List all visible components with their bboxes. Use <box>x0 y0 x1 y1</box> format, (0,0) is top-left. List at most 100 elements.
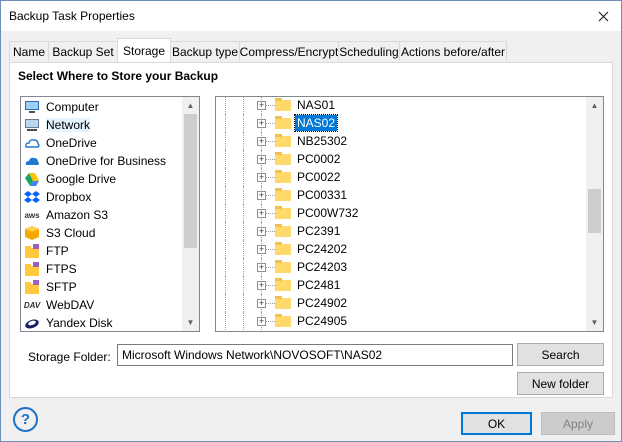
location-ftp[interactable]: FTP <box>24 242 176 260</box>
expand-plus-icon[interactable]: + <box>257 119 266 128</box>
expand-plus-icon[interactable]: + <box>257 317 266 326</box>
tab-name[interactable]: Name <box>9 41 49 61</box>
tree-item-label: NAS01 <box>297 98 336 112</box>
folder-icon <box>275 206 291 219</box>
location-webdav[interactable]: DAV WebDAV <box>24 296 176 314</box>
location-label: Google Drive <box>46 172 117 186</box>
close-icon <box>598 11 608 21</box>
tree-scrollbar[interactable]: ▲ ▼ <box>586 97 603 331</box>
scroll-thumb[interactable] <box>184 114 197 248</box>
tree-row[interactable]: + PC24905 <box>216 312 586 330</box>
location-label: OneDrive for Business <box>46 154 167 168</box>
tree-row[interactable]: + PC2391 <box>216 222 586 240</box>
computer-icon <box>24 99 40 115</box>
expand-plus-icon[interactable]: + <box>257 245 266 254</box>
tree-row[interactable]: + PC2481 <box>216 276 586 294</box>
tree-row[interactable]: + PC24203 <box>216 258 586 276</box>
tab-storage[interactable]: Storage <box>117 38 171 62</box>
scroll-up-arrow-icon[interactable]: ▲ <box>182 97 199 114</box>
search-button[interactable]: Search <box>517 343 604 366</box>
help-icon[interactable]: ? <box>13 407 38 432</box>
scroll-up-arrow-icon[interactable]: ▲ <box>586 97 603 114</box>
network-icon <box>24 117 40 133</box>
storage-location-list[interactable]: Computer Network OneDrive OneDrive for B… <box>20 96 200 332</box>
location-label: Yandex Disk <box>46 316 113 330</box>
tree-row[interactable]: + PC0002 <box>216 150 586 168</box>
location-computer[interactable]: Computer <box>24 98 176 116</box>
tree-row[interactable]: + NB25302 <box>216 132 586 150</box>
scroll-down-arrow-icon[interactable]: ▼ <box>182 314 199 331</box>
tree-item-label: PC24905 <box>297 314 348 328</box>
expand-plus-icon[interactable]: + <box>257 155 266 164</box>
new-folder-button[interactable]: New folder <box>517 372 604 395</box>
location-label: FTPS <box>46 262 77 276</box>
tree-item-label: PC0022 <box>297 170 341 184</box>
location-dropbox[interactable]: Dropbox <box>24 188 176 206</box>
s3-cloud-icon <box>24 225 40 241</box>
tree-row[interactable]: + PC24902 <box>216 294 586 312</box>
location-ftps[interactable]: FTPS <box>24 260 176 278</box>
tree-row[interactable]: + NAS02 <box>216 114 586 132</box>
close-button[interactable] <box>591 4 615 28</box>
location-label: OneDrive <box>46 136 97 150</box>
expand-plus-icon[interactable]: + <box>257 227 266 236</box>
tree-item-label: PC0002 <box>297 152 341 166</box>
expand-plus-icon[interactable]: + <box>257 137 266 146</box>
location-label: Network <box>46 118 91 132</box>
tab-compress-encrypt[interactable]: Compress/Encrypt <box>239 41 339 61</box>
tree-row[interactable]: + PC00331 <box>216 186 586 204</box>
folder-icon <box>275 188 291 201</box>
location-network[interactable]: Network <box>24 116 176 134</box>
tab-scheduling[interactable]: Scheduling <box>338 41 400 61</box>
window-title: Backup Task Properties <box>9 9 135 23</box>
tree-row[interactable]: + PC24202 <box>216 240 586 258</box>
tree-item-label: PC2391 <box>297 224 341 238</box>
location-label: SFTP <box>46 280 77 294</box>
tab-backup-set[interactable]: Backup Set <box>48 41 118 61</box>
storage-folder-field[interactable]: Microsoft Windows Network\NOVOSOFT\NAS02 <box>117 344 513 366</box>
tree-item-label: PC24203 <box>297 260 348 274</box>
tree-item-label: NB25302 <box>297 134 348 148</box>
location-list-scrollbar[interactable]: ▲ ▼ <box>182 97 199 331</box>
tree-row[interactable]: + NAS01 <box>216 97 586 114</box>
scroll-thumb[interactable] <box>588 189 601 233</box>
expand-plus-icon[interactable]: + <box>257 299 266 308</box>
ftp-icon <box>24 243 40 259</box>
title-bar: Backup Task Properties <box>1 1 621 31</box>
tree-item-label: PC00331 <box>297 188 348 202</box>
expand-plus-icon[interactable]: + <box>257 101 266 110</box>
tree-item-label: PC00W732 <box>297 206 359 220</box>
expand-plus-icon[interactable]: + <box>257 191 266 200</box>
location-onedrive-for-business[interactable]: OneDrive for Business <box>24 152 176 170</box>
location-s3-cloud[interactable]: S3 Cloud <box>24 224 176 242</box>
location-sftp[interactable]: SFTP <box>24 278 176 296</box>
folder-icon <box>275 242 291 255</box>
yandex-disk-icon <box>24 315 40 331</box>
expand-plus-icon[interactable]: + <box>257 209 266 218</box>
amazon-s3-icon: aws <box>24 210 40 220</box>
expand-plus-icon[interactable]: + <box>257 281 266 290</box>
expand-plus-icon[interactable]: + <box>257 173 266 182</box>
expand-plus-icon[interactable]: + <box>257 263 266 272</box>
location-onedrive[interactable]: OneDrive <box>24 134 176 152</box>
google-drive-icon <box>24 171 40 187</box>
location-label: Computer <box>46 100 99 114</box>
location-google-drive[interactable]: Google Drive <box>24 170 176 188</box>
panel-heading: Select Where to Store your Backup <box>18 69 219 83</box>
location-label: FTP <box>46 244 69 258</box>
ok-button[interactable]: OK <box>461 412 532 435</box>
location-label: WebDAV <box>46 298 95 312</box>
location-yandex-disk[interactable]: Yandex Disk <box>24 314 176 331</box>
network-tree[interactable]: + NAS01 + NAS02 + NB25302 + PC0002 + PC0… <box>215 96 604 332</box>
folder-icon <box>275 98 291 111</box>
scroll-down-arrow-icon[interactable]: ▼ <box>586 314 603 331</box>
tab-backup-type[interactable]: Backup type <box>170 41 240 61</box>
apply-button[interactable]: Apply <box>541 412 615 435</box>
location-amazon-s3[interactable]: aws Amazon S3 <box>24 206 176 224</box>
storage-folder-label: Storage Folder: <box>28 350 111 364</box>
tree-row[interactable]: + PC0022 <box>216 168 586 186</box>
location-label: Amazon S3 <box>46 208 109 222</box>
ftps-icon <box>24 261 40 277</box>
tree-row[interactable]: + PC00W732 <box>216 204 586 222</box>
tab-actions-before-after[interactable]: Actions before/after <box>399 41 507 61</box>
